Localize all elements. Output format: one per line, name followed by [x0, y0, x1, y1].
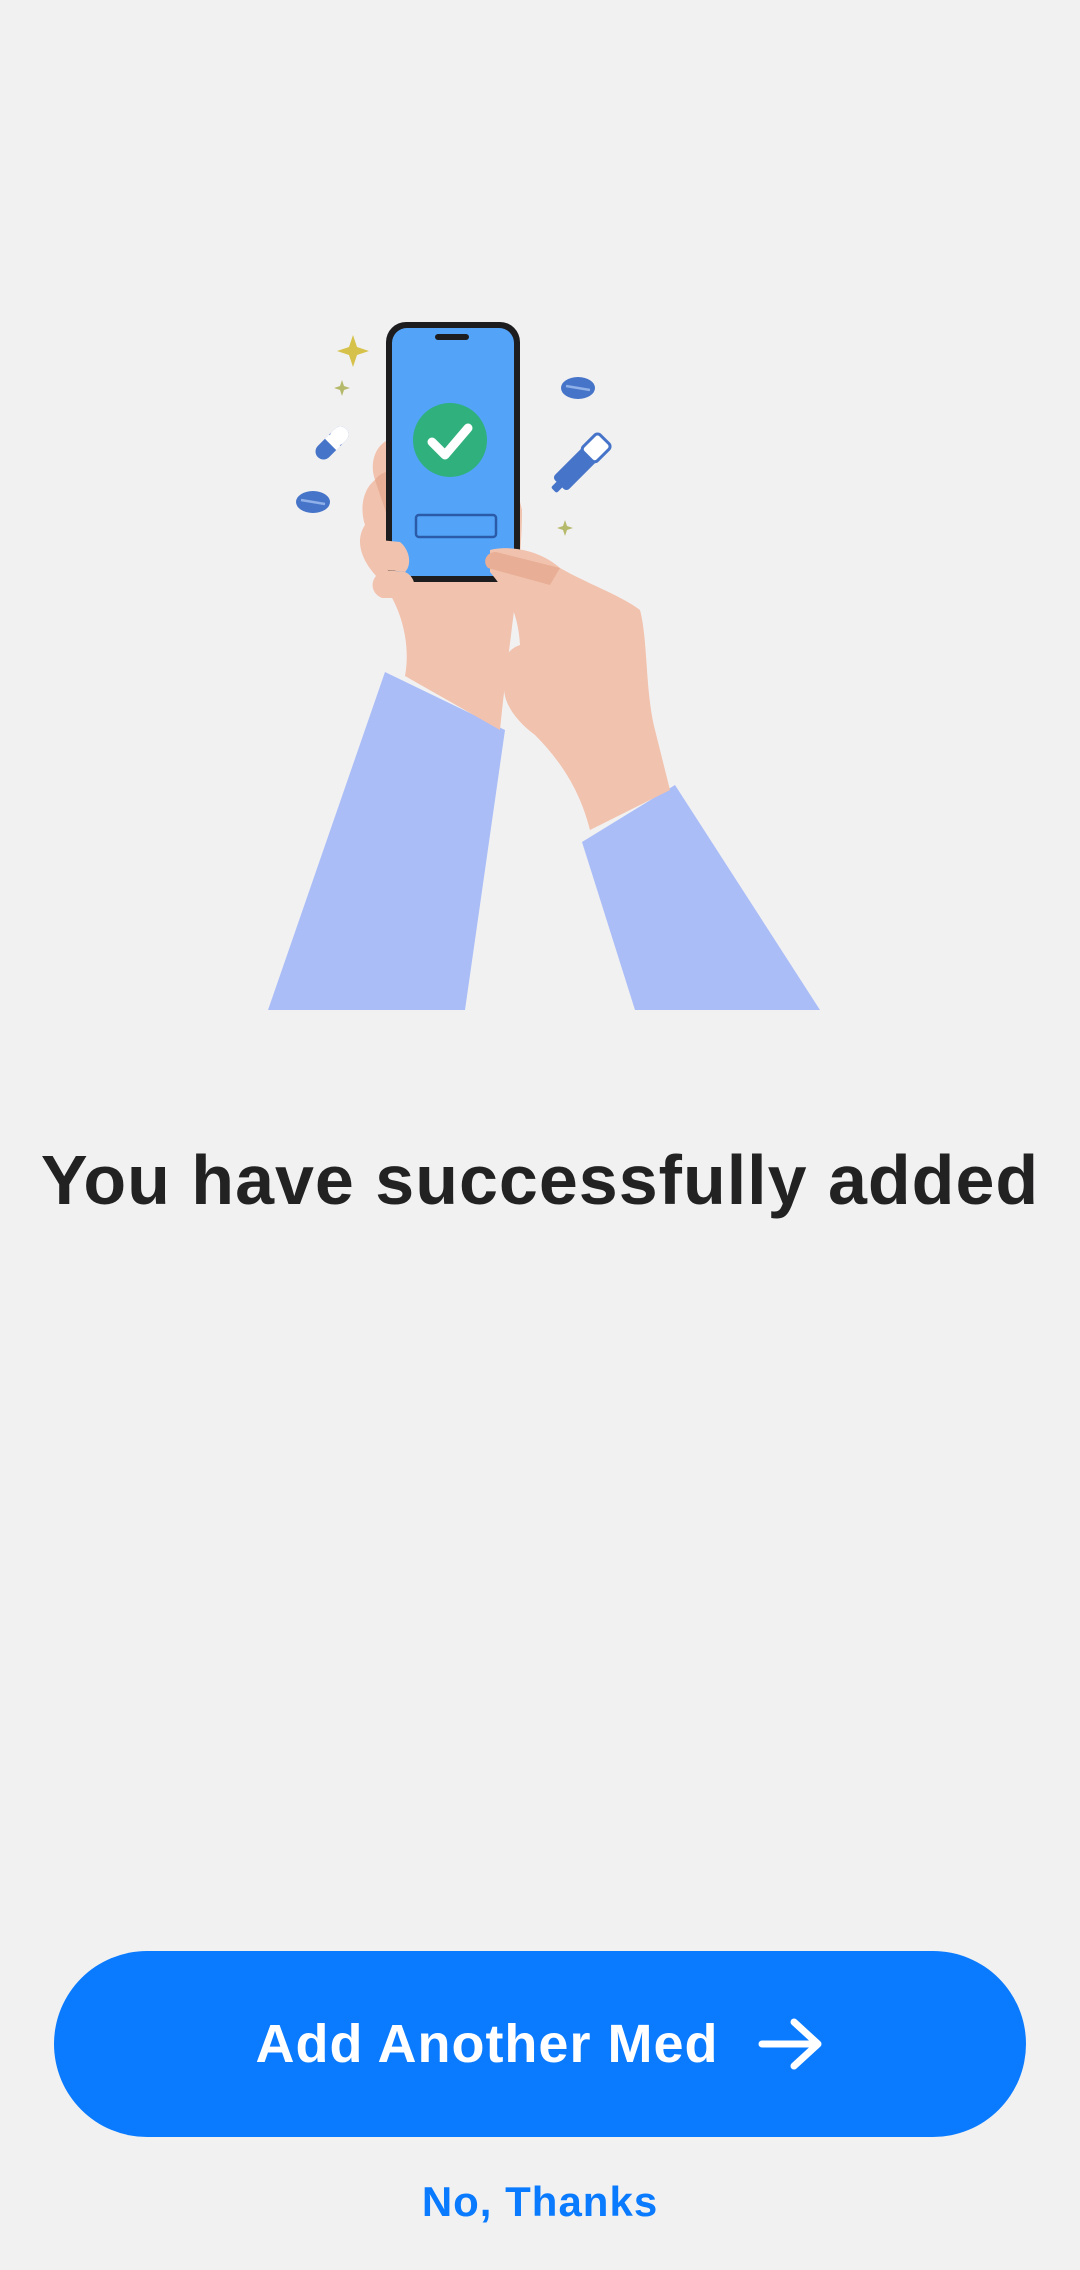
add-another-med-button[interactable]: Add Another Med	[54, 1951, 1026, 2137]
arrow-right-icon	[758, 2018, 822, 2070]
hand-holding-phone-icon	[268, 322, 820, 1010]
add-another-med-label: Add Another Med	[255, 2014, 719, 2074]
success-illustration	[260, 310, 840, 1010]
no-thanks-link[interactable]: No, Thanks	[0, 2178, 1080, 2226]
success-headline: You have successfully added	[40, 1141, 1040, 1219]
